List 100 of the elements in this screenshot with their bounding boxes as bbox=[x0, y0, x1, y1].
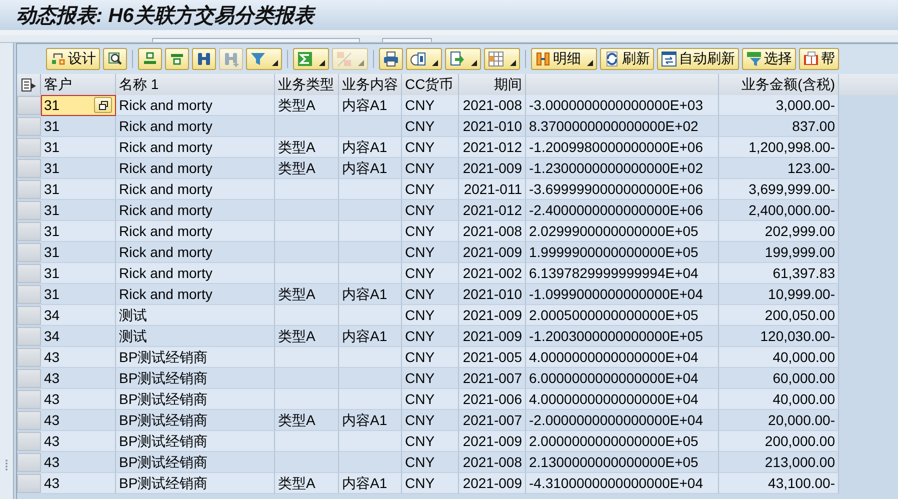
table-cell: 31 bbox=[41, 137, 116, 158]
table-cell: CNY bbox=[402, 410, 459, 431]
table-cell: BP测试经销商 bbox=[116, 452, 275, 473]
table-cell: 类型A bbox=[275, 410, 339, 431]
table-cell: CNY bbox=[402, 326, 459, 347]
table-cell bbox=[275, 200, 339, 221]
cell-value: 31 bbox=[44, 96, 60, 114]
column-settings-icon[interactable] bbox=[20, 76, 36, 92]
table-cell: 3,000.00- bbox=[719, 95, 839, 116]
row-selector[interactable] bbox=[17, 474, 41, 493]
table-cell: 内容A1 bbox=[339, 158, 402, 179]
table-cell: 2,400,000.00- bbox=[719, 200, 839, 221]
table-cell: CNY bbox=[402, 473, 459, 494]
table-cell: 内容A1 bbox=[339, 410, 402, 431]
table-cell: 61,397.83 bbox=[719, 263, 839, 284]
toolbar-button[interactable] bbox=[379, 48, 403, 70]
row-selector[interactable] bbox=[17, 285, 41, 304]
table-cell: -2.4000000000000000E+06 bbox=[526, 200, 719, 221]
table-cell: 31 bbox=[41, 200, 116, 221]
table-cell: 内容A1 bbox=[339, 326, 402, 347]
row-selector[interactable] bbox=[17, 138, 41, 157]
table-cell bbox=[275, 116, 339, 137]
toolbar-button[interactable] bbox=[192, 48, 216, 70]
table-cell: 2021-009 bbox=[459, 473, 526, 494]
toolbar-button[interactable] bbox=[246, 48, 282, 70]
table-cell: 内容A1 bbox=[339, 137, 402, 158]
row-selector[interactable] bbox=[17, 201, 41, 220]
row-selector[interactable] bbox=[17, 453, 41, 472]
table-cell: CNY bbox=[402, 158, 459, 179]
row-selector[interactable] bbox=[17, 390, 41, 409]
caret-icon bbox=[432, 60, 438, 66]
table-cell: Rick and morty bbox=[116, 200, 275, 221]
magnifier-icon bbox=[107, 51, 123, 67]
row-selector[interactable] bbox=[17, 117, 41, 136]
table-cell bbox=[275, 263, 339, 284]
row-selector[interactable] bbox=[17, 369, 41, 388]
table-cell: Rick and morty bbox=[116, 95, 275, 116]
bars-icon bbox=[142, 51, 158, 67]
table-cell: Rick and morty bbox=[116, 179, 275, 200]
row-selector[interactable] bbox=[17, 264, 41, 283]
toolbar-button[interactable] bbox=[406, 48, 442, 70]
table-cell: 43 bbox=[41, 368, 116, 389]
row-selector[interactable] bbox=[17, 348, 41, 367]
row-selector[interactable] bbox=[17, 159, 41, 178]
table-cell: 43 bbox=[41, 452, 116, 473]
table-cell: CNY bbox=[402, 284, 459, 305]
windows-icon bbox=[98, 100, 108, 110]
table-cell: Rick and morty bbox=[116, 116, 275, 137]
table-cell: 类型A bbox=[275, 95, 339, 116]
table-cell: 43 bbox=[41, 431, 116, 452]
table-cell: 31 bbox=[41, 284, 116, 305]
row-selector[interactable] bbox=[17, 306, 41, 325]
row-selector[interactable] bbox=[17, 222, 41, 241]
table-cell bbox=[275, 389, 339, 410]
table-cell: -2.0000000000000000E+04 bbox=[526, 410, 719, 431]
bracket-icon bbox=[535, 51, 551, 67]
toolbar-button[interactable]: 设计 bbox=[46, 48, 100, 70]
toolbar-button[interactable] bbox=[293, 48, 329, 70]
value-help-button[interactable] bbox=[94, 97, 112, 113]
table-cell: 2021-008 bbox=[459, 452, 526, 473]
toolbar-button[interactable] bbox=[445, 48, 481, 70]
toolbar-button[interactable]: 明细 bbox=[531, 48, 597, 70]
table-cell bbox=[275, 305, 339, 326]
table-cell: CNY bbox=[402, 95, 459, 116]
table-cell: CNY bbox=[402, 347, 459, 368]
book-icon bbox=[803, 51, 819, 67]
splitter-grip-icon[interactable] bbox=[5, 459, 8, 471]
table-cell: 内容A1 bbox=[339, 284, 402, 305]
toolbar-button[interactable]: 刷新 bbox=[600, 48, 654, 70]
table-cell: 2.0299900000000000E+05 bbox=[526, 221, 719, 242]
table-cell: BP测试经销商 bbox=[116, 431, 275, 452]
caret-icon bbox=[319, 60, 325, 66]
toolbar-button[interactable]: 帮 bbox=[799, 48, 839, 70]
table-cell: 34 bbox=[41, 305, 116, 326]
table-cell: 4.0000000000000000E+04 bbox=[526, 389, 719, 410]
toolbar-button[interactable] bbox=[103, 48, 127, 70]
toolbar-button[interactable] bbox=[484, 48, 520, 70]
row-selector[interactable] bbox=[17, 180, 41, 199]
table-cell: Rick and morty bbox=[116, 263, 275, 284]
table-cell: 6.0000000000000000E+04 bbox=[526, 368, 719, 389]
caret-icon bbox=[272, 60, 278, 66]
table-cell: CNY bbox=[402, 116, 459, 137]
table-cell bbox=[275, 452, 339, 473]
table-cell: 2021-007 bbox=[459, 368, 526, 389]
caret-icon bbox=[471, 60, 477, 66]
table-cell: 43 bbox=[41, 347, 116, 368]
row-selector[interactable] bbox=[17, 411, 41, 430]
toolbar-button[interactable]: 自动刷新 bbox=[657, 48, 739, 70]
table-cell bbox=[339, 116, 402, 137]
row-selector[interactable] bbox=[17, 243, 41, 262]
row-selector[interactable] bbox=[17, 432, 41, 451]
caret-icon bbox=[358, 60, 364, 66]
row-selector[interactable] bbox=[17, 327, 41, 346]
table-cell[interactable]: 31 bbox=[41, 95, 116, 116]
toolbar-button[interactable]: 选择 bbox=[742, 48, 796, 70]
table-cell bbox=[275, 431, 339, 452]
table-cell bbox=[339, 452, 402, 473]
table-cell: CNY bbox=[402, 431, 459, 452]
table-cell bbox=[275, 368, 339, 389]
table-cell: 31 bbox=[41, 158, 116, 179]
